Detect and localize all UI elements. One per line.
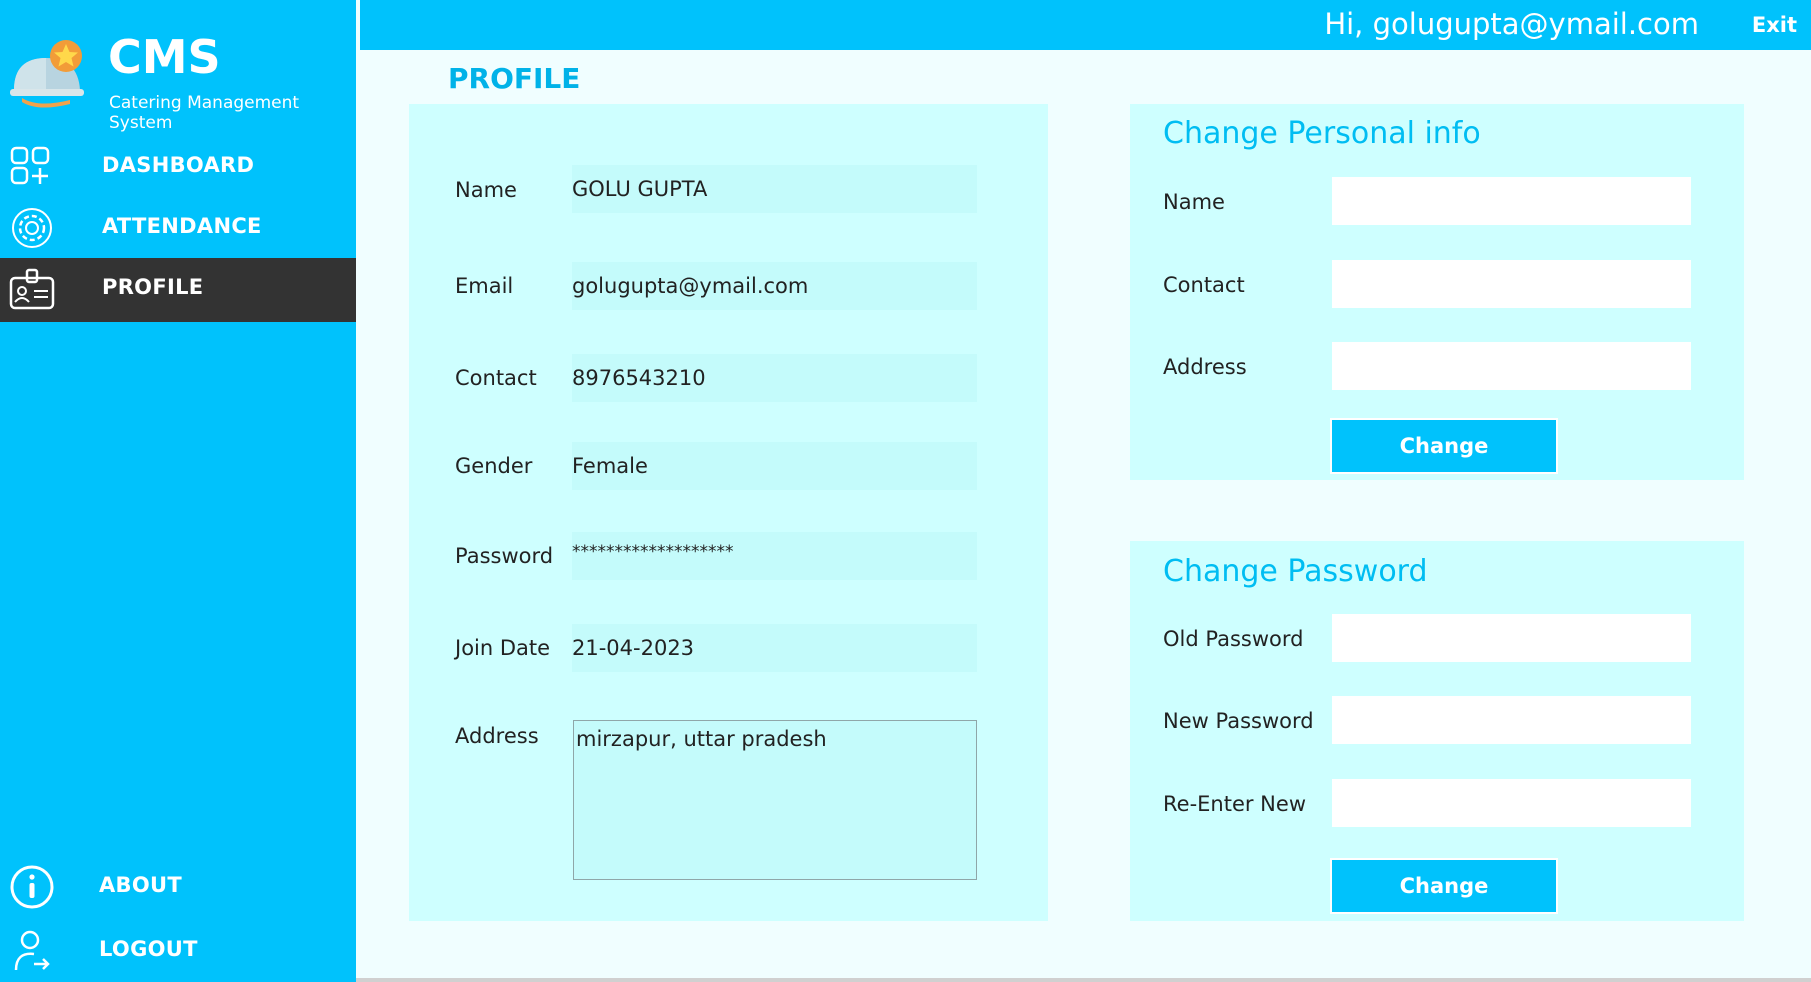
sidebar-item-about[interactable]: ABOUT — [0, 856, 356, 918]
logout-icon — [14, 930, 50, 971]
sidebar-item-label: DASHBOARD — [102, 153, 255, 177]
info-icon — [10, 865, 54, 909]
sidebar-item-dashboard[interactable]: DASHBOARD — [0, 136, 356, 198]
dashboard-icon — [10, 146, 50, 185]
profile-password-value: ******************* — [572, 532, 977, 580]
change-name-label: Name — [1163, 190, 1225, 214]
change-password-heading: Change Password — [1163, 554, 1428, 589]
profile-join-date-label: Join Date — [455, 636, 551, 660]
profile-email-label: Email — [455, 274, 514, 298]
change-contact-label: Contact — [1163, 273, 1245, 297]
profile-name-label: Name — [455, 178, 517, 202]
reenter-password-input[interactable] — [1332, 779, 1691, 827]
profile-password-label: Password — [455, 544, 554, 568]
profile-name-value: GOLU GUPTA — [572, 165, 977, 213]
sidebar: CMS Catering Management System DASHBOARD… — [0, 0, 356, 982]
reenter-password-label: Re-Enter New — [1163, 792, 1306, 816]
old-password-input[interactable] — [1332, 614, 1691, 662]
change-address-input[interactable] — [1332, 342, 1691, 390]
change-password-button[interactable]: Change — [1330, 858, 1558, 914]
user-greeting: Hi, golugupta@ymail.com — [1324, 7, 1699, 41]
profile-email-value: golugupta@ymail.com — [572, 262, 977, 310]
profile-contact-label: Contact — [455, 366, 537, 390]
app-title: CMS — [108, 30, 221, 84]
bottom-divider — [356, 978, 1811, 982]
old-password-label: Old Password — [1163, 627, 1304, 651]
sidebar-item-label: PROFILE — [102, 275, 204, 299]
gear-icon — [12, 208, 52, 248]
change-personal-info-button[interactable]: Change — [1330, 418, 1558, 474]
change-personal-info-heading: Change Personal info — [1163, 116, 1481, 151]
profile-contact-value: 8976543210 — [572, 354, 977, 402]
change-contact-input[interactable] — [1332, 260, 1691, 308]
app-subtitle: Catering Management System — [109, 93, 300, 133]
change-address-label: Address — [1163, 355, 1247, 379]
change-name-input[interactable] — [1332, 177, 1691, 225]
exit-button[interactable]: Exit — [1752, 13, 1797, 37]
sidebar-item-label: ATTENDANCE — [102, 214, 262, 238]
profile-gender-value: Female — [572, 442, 977, 490]
sidebar-item-attendance[interactable]: ATTENDANCE — [0, 197, 356, 259]
profile-address-value: mirzapur, uttar pradesh — [573, 720, 977, 880]
new-password-label: New Password — [1163, 709, 1314, 733]
id-card-icon — [9, 268, 55, 310]
sidebar-item-logout[interactable]: LOGOUT — [0, 920, 356, 982]
new-password-input[interactable] — [1332, 696, 1691, 744]
profile-join-date-value: 21-04-2023 — [572, 624, 977, 672]
page-title: PROFILE — [448, 62, 581, 95]
profile-gender-label: Gender — [455, 454, 533, 478]
catering-logo-icon — [10, 40, 84, 108]
sidebar-item-label: ABOUT — [99, 873, 182, 897]
top-bar: Hi, golugupta@ymail.com Exit — [360, 0, 1811, 50]
sidebar-item-profile[interactable]: PROFILE — [0, 258, 356, 322]
profile-address-label: Address — [455, 724, 539, 748]
sidebar-item-label: LOGOUT — [99, 937, 198, 961]
